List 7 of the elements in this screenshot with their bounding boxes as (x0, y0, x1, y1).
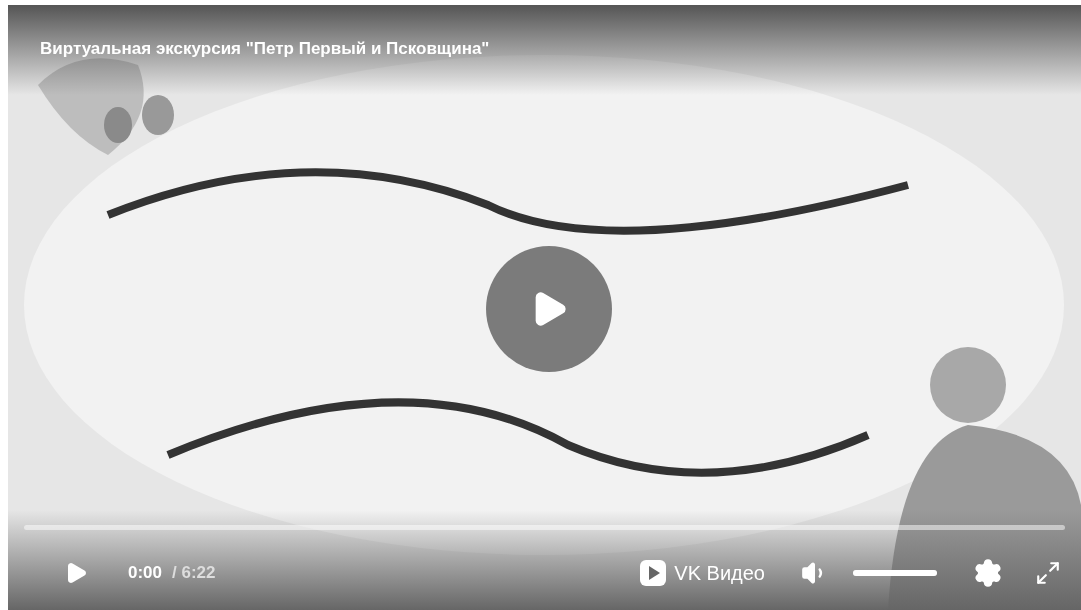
fullscreen-icon (1035, 560, 1061, 586)
vk-video-link[interactable]: VK Видео (640, 560, 765, 586)
volume-slider[interactable] (853, 570, 937, 576)
video-title: Виртуальная экскурсия "Петр Первый и Псковщина" (40, 39, 490, 59)
current-time: 0:00 (128, 563, 163, 583)
duration: / 6:22 (172, 563, 216, 583)
play-logo-icon (640, 560, 667, 586)
